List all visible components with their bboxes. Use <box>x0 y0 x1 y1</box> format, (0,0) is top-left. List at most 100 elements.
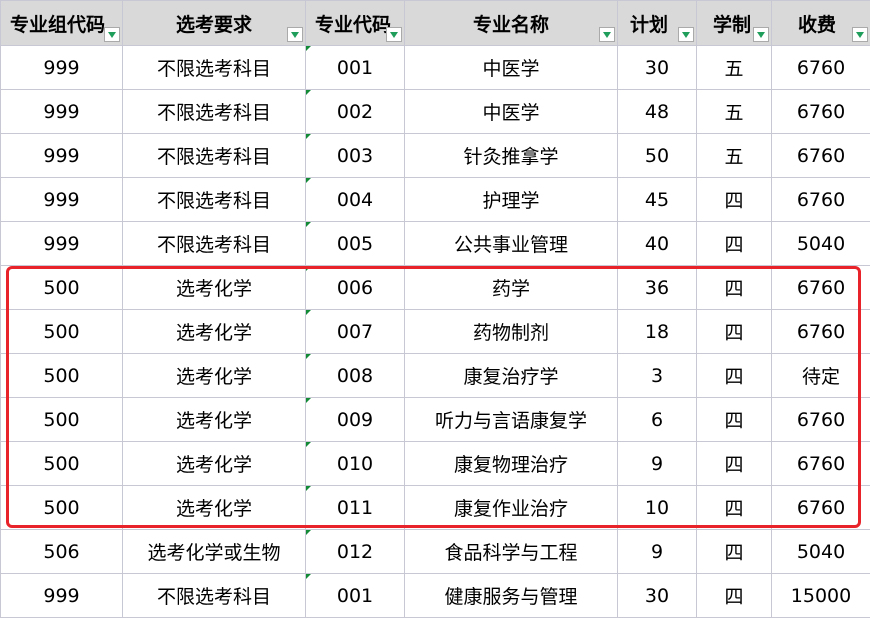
cell-group-code[interactable]: 999 <box>1 178 123 222</box>
cell-plan[interactable]: 9 <box>618 442 697 486</box>
cell-plan[interactable]: 30 <box>618 46 697 90</box>
filter-dropdown-icon[interactable] <box>287 27 303 42</box>
cell-fee[interactable]: 6760 <box>772 46 870 90</box>
cell-plan[interactable]: 50 <box>618 134 697 178</box>
cell-plan[interactable]: 3 <box>618 354 697 398</box>
cell-fee[interactable]: 6760 <box>772 90 870 134</box>
cell-major-code[interactable]: 002 <box>306 90 405 134</box>
cell-value: 40 <box>645 233 669 255</box>
cell-subject-requirement[interactable]: 选考化学 <box>123 310 306 354</box>
cell-group-code[interactable]: 999 <box>1 222 123 266</box>
cell-group-code[interactable]: 999 <box>1 90 123 134</box>
cell-major-code[interactable]: 009 <box>306 398 405 442</box>
cell-major-name[interactable]: 公共事业管理 <box>405 222 618 266</box>
cell-fee[interactable]: 6760 <box>772 310 870 354</box>
cell-fee[interactable]: 待定 <box>772 354 870 398</box>
cell-major-name[interactable]: 中医学 <box>405 90 618 134</box>
cell-plan[interactable]: 10 <box>618 486 697 530</box>
cell-plan[interactable]: 30 <box>618 574 697 618</box>
cell-duration[interactable]: 五 <box>697 90 772 134</box>
cell-subject-requirement[interactable]: 选考化学 <box>123 266 306 310</box>
cell-major-name[interactable]: 健康服务与管理 <box>405 574 618 618</box>
cell-subject-requirement[interactable]: 选考化学 <box>123 486 306 530</box>
cell-major-code[interactable]: 005 <box>306 222 405 266</box>
cell-major-code[interactable]: 001 <box>306 574 405 618</box>
cell-subject-requirement[interactable]: 不限选考科目 <box>123 222 306 266</box>
cell-duration[interactable]: 五 <box>697 134 772 178</box>
filter-dropdown-icon[interactable] <box>852 27 868 42</box>
cell-major-code[interactable]: 003 <box>306 134 405 178</box>
cell-duration[interactable]: 四 <box>697 266 772 310</box>
cell-duration[interactable]: 四 <box>697 354 772 398</box>
cell-major-name[interactable]: 食品科学与工程 <box>405 530 618 574</box>
cell-duration[interactable]: 四 <box>697 222 772 266</box>
header-cell-fee: 收费 <box>772 1 870 46</box>
cell-fee[interactable]: 6760 <box>772 178 870 222</box>
cell-fee[interactable]: 5040 <box>772 222 870 266</box>
cell-major-code[interactable]: 006 <box>306 266 405 310</box>
cell-major-name[interactable]: 药学 <box>405 266 618 310</box>
cell-fee[interactable]: 6760 <box>772 486 870 530</box>
cell-fee[interactable]: 15000 <box>772 574 870 618</box>
cell-group-code[interactable]: 999 <box>1 134 123 178</box>
cell-plan[interactable]: 48 <box>618 90 697 134</box>
cell-duration[interactable]: 四 <box>697 442 772 486</box>
cell-major-name[interactable]: 康复治疗学 <box>405 354 618 398</box>
cell-major-name[interactable]: 针灸推拿学 <box>405 134 618 178</box>
cell-duration[interactable]: 四 <box>697 398 772 442</box>
cell-plan[interactable]: 40 <box>618 222 697 266</box>
cell-duration[interactable]: 五 <box>697 46 772 90</box>
cell-subject-requirement[interactable]: 不限选考科目 <box>123 178 306 222</box>
cell-fee[interactable]: 5040 <box>772 530 870 574</box>
cell-group-code[interactable]: 500 <box>1 266 123 310</box>
filter-dropdown-icon[interactable] <box>104 27 120 42</box>
filter-dropdown-icon[interactable] <box>678 27 694 42</box>
cell-duration[interactable]: 四 <box>697 310 772 354</box>
filter-dropdown-icon[interactable] <box>599 27 615 42</box>
cell-duration[interactable]: 四 <box>697 530 772 574</box>
cell-plan[interactable]: 36 <box>618 266 697 310</box>
cell-duration[interactable]: 四 <box>697 178 772 222</box>
cell-subject-requirement[interactable]: 选考化学或生物 <box>123 530 306 574</box>
cell-major-name[interactable]: 康复作业治疗 <box>405 486 618 530</box>
cell-group-code[interactable]: 500 <box>1 398 123 442</box>
cell-subject-requirement[interactable]: 选考化学 <box>123 354 306 398</box>
cell-major-name[interactable]: 康复物理治疗 <box>405 442 618 486</box>
cell-major-code[interactable]: 001 <box>306 46 405 90</box>
cell-major-code[interactable]: 008 <box>306 354 405 398</box>
cell-major-name[interactable]: 护理学 <box>405 178 618 222</box>
cell-duration[interactable]: 四 <box>697 486 772 530</box>
cell-group-code[interactable]: 500 <box>1 354 123 398</box>
cell-group-code[interactable]: 999 <box>1 46 123 90</box>
cell-subject-requirement[interactable]: 不限选考科目 <box>123 574 306 618</box>
cell-plan[interactable]: 9 <box>618 530 697 574</box>
cell-major-code[interactable]: 010 <box>306 442 405 486</box>
cell-major-code[interactable]: 007 <box>306 310 405 354</box>
cell-fee[interactable]: 6760 <box>772 398 870 442</box>
cell-subject-requirement[interactable]: 不限选考科目 <box>123 90 306 134</box>
filter-dropdown-icon[interactable] <box>753 27 769 42</box>
cell-group-code[interactable]: 999 <box>1 574 123 618</box>
cell-major-code[interactable]: 011 <box>306 486 405 530</box>
cell-major-name[interactable]: 药物制剂 <box>405 310 618 354</box>
cell-plan[interactable]: 45 <box>618 178 697 222</box>
cell-duration[interactable]: 四 <box>697 574 772 618</box>
cell-group-code[interactable]: 500 <box>1 442 123 486</box>
cell-subject-requirement[interactable]: 选考化学 <box>123 398 306 442</box>
filter-dropdown-icon[interactable] <box>386 27 402 42</box>
cell-plan[interactable]: 6 <box>618 398 697 442</box>
cell-major-code[interactable]: 012 <box>306 530 405 574</box>
cell-major-code[interactable]: 004 <box>306 178 405 222</box>
cell-group-code[interactable]: 500 <box>1 486 123 530</box>
cell-fee[interactable]: 6760 <box>772 442 870 486</box>
cell-major-name[interactable]: 听力与言语康复学 <box>405 398 618 442</box>
cell-subject-requirement[interactable]: 不限选考科目 <box>123 134 306 178</box>
cell-fee[interactable]: 6760 <box>772 134 870 178</box>
cell-fee[interactable]: 6760 <box>772 266 870 310</box>
cell-subject-requirement[interactable]: 不限选考科目 <box>123 46 306 90</box>
cell-group-code[interactable]: 500 <box>1 310 123 354</box>
cell-plan[interactable]: 18 <box>618 310 697 354</box>
cell-group-code[interactable]: 506 <box>1 530 123 574</box>
cell-major-name[interactable]: 中医学 <box>405 46 618 90</box>
cell-subject-requirement[interactable]: 选考化学 <box>123 442 306 486</box>
